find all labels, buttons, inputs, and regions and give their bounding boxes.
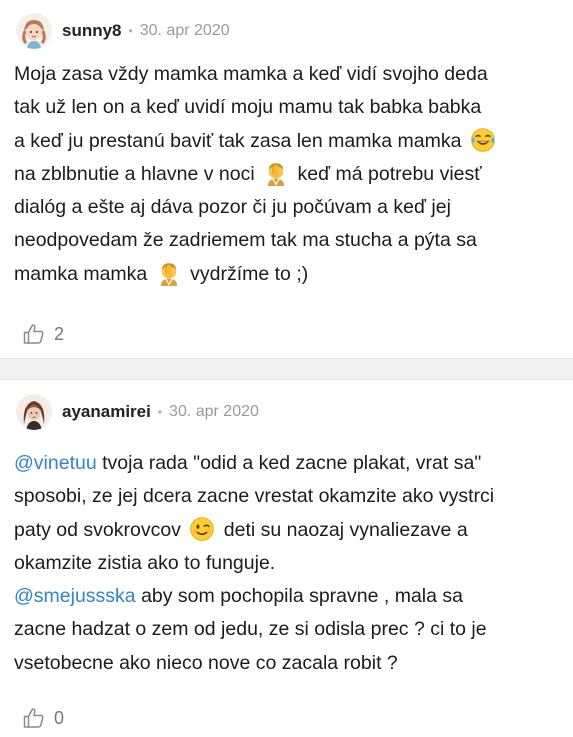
- comment-line: paty od svokrovcov deti su naozaj vynali…: [14, 514, 562, 547]
- username[interactable]: ayanamirei: [62, 402, 151, 422]
- like-button[interactable]: 2: [22, 320, 64, 348]
- separator-dot: •: [128, 24, 133, 38]
- comment-line: vsetobecne ako nieco nove co zacala robi…: [14, 647, 562, 680]
- comment-line: na zblbnutie a hlavne v noci keď má potr…: [14, 158, 562, 191]
- comment-card: sunny8 • 30. apr 2020 Moja zasa vždy mam…: [0, 0, 573, 358]
- comment-line: mamka mamka vydržíme to ;): [14, 258, 562, 291]
- separator-dot: •: [157, 405, 163, 419]
- facepalm-emoji: [156, 260, 182, 286]
- like-button[interactable]: 0: [22, 704, 64, 732]
- comment-divider: [0, 358, 573, 380]
- comment-text: @vinetuu tvoja rada "odid a ked zacne pl…: [14, 447, 562, 680]
- comment-line: tak už len on a keď uvidí moju mamu tak …: [14, 91, 562, 124]
- comment-line: neodpovedam že zadriemem tak ma stucha a…: [14, 224, 562, 257]
- text-segment: deti su naozaj vynaliezave a: [218, 518, 468, 541]
- comment-line: @vinetuu tvoja rada "odid a ked zacne pl…: [14, 447, 562, 480]
- text-segment: mamka mamka: [14, 262, 153, 285]
- text-segment: dialóg a ešte aj dáva pozor či ju počúva…: [14, 196, 451, 219]
- like-count: 2: [54, 323, 65, 344]
- text-segment: tvoja rada "odid a ked zacne plakat, vra…: [96, 452, 482, 474]
- comment-line: zacne hadzat o zem od jedu, ze si odisla…: [14, 613, 562, 646]
- comment-header: sunny8 • 30. apr 2020: [16, 11, 230, 51]
- comment-text: Moja zasa vždy mamka mamka a keď vidí sv…: [14, 58, 562, 291]
- wink-emoji: [189, 516, 215, 542]
- username[interactable]: sunny8: [62, 21, 122, 41]
- text-segment: okamzite zistia ako to funguje.: [14, 551, 276, 574]
- text-segment: sposobi, ze jej dcera zacne vrestat okam…: [14, 485, 495, 508]
- text-segment: vsetobecne ako nieco nove co zacala robi…: [14, 651, 398, 674]
- comment-line: dialóg a ešte aj dáva pozor či ju počúva…: [14, 191, 562, 224]
- text-segment: Moja zasa vždy mamka mamka a keď vidí sv…: [14, 63, 488, 85]
- text-segment: aby som pochopila spravne , mala sa: [135, 585, 463, 608]
- avatar[interactable]: [16, 13, 52, 49]
- text-segment: neodpovedam že zadriemem tak ma stucha a…: [14, 229, 477, 252]
- comment-line: sposobi, ze jej dcera zacne vrestat okam…: [14, 480, 562, 513]
- user-mention-link[interactable]: @smejussska: [14, 585, 136, 607]
- text-segment: paty od svokrovcov: [14, 518, 187, 541]
- thumbs-up-icon: [22, 706, 46, 730]
- comment-line: Moja zasa vždy mamka mamka a keď vidí sv…: [14, 58, 562, 91]
- facepalm-emoji: [263, 160, 289, 186]
- user-mention-link[interactable]: @vinetuu: [14, 452, 97, 474]
- like-count: 0: [54, 707, 65, 728]
- text-segment: tak už len on a keď uvidí moju mamu tak …: [14, 96, 482, 119]
- text-segment: a keď ju prestanú baviť tak zasa len mam…: [14, 129, 467, 152]
- comment-line: okamzite zistia ako to funguje.: [14, 547, 562, 580]
- text-segment: na zblbnutie a hlavne v noci: [14, 162, 261, 185]
- comment-header: ayanamirei • 30. apr 2020: [16, 392, 259, 432]
- tears-of-joy-emoji: [470, 127, 496, 153]
- text-segment: keď má potrebu viesť: [292, 162, 482, 185]
- comment-date: 30. apr 2020: [139, 22, 230, 39]
- comment-line: @smejussska aby som pochopila spravne , …: [14, 580, 562, 613]
- comment-date: 30. apr 2020: [169, 403, 259, 420]
- comment-card: ayanamirei • 30. apr 2020 @vinetuu tvoja…: [0, 380, 573, 737]
- comment-line: a keď ju prestanú baviť tak zasa len mam…: [14, 125, 562, 158]
- text-segment: vydržíme to ;): [184, 262, 309, 285]
- avatar[interactable]: [16, 394, 52, 430]
- text-segment: zacne hadzat o zem od jedu, ze si odisla…: [14, 618, 487, 641]
- thumbs-up-icon: [22, 322, 46, 346]
